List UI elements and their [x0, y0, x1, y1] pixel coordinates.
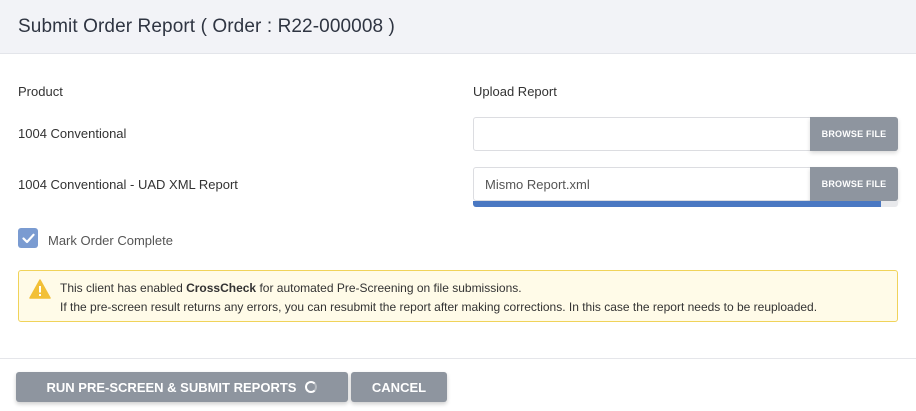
run-prescreen-submit-button[interactable]: RUN PRE-SCREEN & SUBMIT REPORTS: [16, 372, 348, 402]
upload-progress-fill: [473, 201, 881, 207]
modal-title: Submit Order Report ( Order : R22-000008…: [18, 16, 395, 37]
mark-complete-checkbox[interactable]: [18, 228, 38, 248]
file-upload-field-1[interactable]: BROWSE FILE: [473, 117, 898, 151]
spinner-icon: [305, 381, 318, 393]
upload-progress-bar: [473, 201, 898, 207]
file-name-2: Mismo Report.xml: [485, 177, 590, 192]
product-name-2: 1004 Conventional - UAD XML Report: [18, 177, 238, 192]
check-icon: [21, 233, 35, 243]
product-name-1: 1004 Conventional: [18, 126, 127, 141]
product-column-label: Product: [18, 84, 63, 99]
browse-file-button-2[interactable]: BROWSE FILE: [810, 167, 898, 201]
crosscheck-alert: This client has enabled CrossCheck for a…: [18, 270, 898, 322]
crosscheck-name: CrossCheck: [186, 281, 257, 295]
warning-triangle-icon: [29, 279, 51, 299]
upload-column-label: Upload Report: [473, 84, 557, 99]
submit-button-label: RUN PRE-SCREEN & SUBMIT REPORTS: [46, 379, 297, 395]
mark-complete-label: Mark Order Complete: [48, 233, 173, 248]
file-upload-field-2[interactable]: Mismo Report.xml BROWSE FILE: [473, 167, 898, 201]
modal-header: Submit Order Report ( Order : R22-000008…: [0, 0, 916, 54]
alert-message-line-1: This client has enabled CrossCheck for a…: [60, 281, 522, 295]
alert-message-line-2: If the pre-screen result returns any err…: [60, 300, 818, 314]
cancel-button[interactable]: CANCEL: [351, 372, 447, 402]
footer-divider: [0, 358, 916, 359]
browse-file-button-1[interactable]: BROWSE FILE: [810, 117, 898, 151]
